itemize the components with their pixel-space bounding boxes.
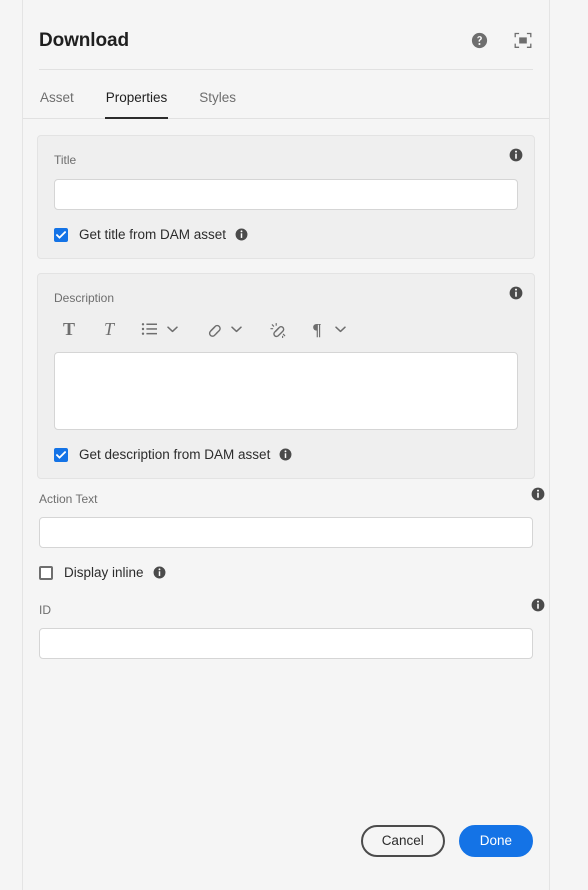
action-text-input[interactable]: [39, 517, 533, 548]
italic-button[interactable]: T: [96, 317, 122, 341]
cancel-button[interactable]: Cancel: [360, 825, 445, 857]
rich-text-toolbar: T T ¶: [54, 317, 518, 341]
italic-icon: T: [103, 319, 114, 339]
paragraph-icon: ¶: [312, 319, 322, 339]
title-info-icon[interactable]: [509, 148, 523, 162]
display-inline-row: Display inline: [39, 565, 533, 580]
fullscreen-button[interactable]: [513, 30, 533, 50]
help-icon: [471, 32, 487, 48]
dialog-header: Download: [23, 0, 549, 70]
dialog-footer: Cancel Done: [23, 825, 549, 890]
dialog-body: Title Get title from DAM asset Descripti…: [23, 119, 549, 825]
paragraph-options-button[interactable]: [330, 317, 350, 341]
list-options-button[interactable]: [162, 317, 182, 341]
help-button[interactable]: [469, 30, 489, 50]
tab-bar: Asset Properties Styles: [23, 70, 549, 119]
chevron-down-icon: [166, 325, 178, 332]
description-from-dam-label: Get description from DAM asset: [79, 447, 271, 462]
description-info-icon[interactable]: [509, 286, 523, 300]
bold-icon: T: [62, 319, 75, 339]
id-info-icon[interactable]: [531, 598, 545, 612]
link-button[interactable]: [200, 317, 226, 341]
description-field-group: Description T T ¶ Get description from D…: [37, 273, 535, 479]
action-text-label: Action Text: [39, 492, 98, 506]
chevron-down-icon: [334, 325, 346, 332]
checkmark-icon: [56, 230, 66, 239]
fullscreen-icon: [514, 32, 532, 48]
display-inline-checkbox[interactable]: [39, 565, 53, 580]
title-input[interactable]: [54, 179, 518, 210]
id-input[interactable]: [39, 628, 533, 659]
dialog-header-row: Download: [39, 30, 533, 70]
bulleted-list-button[interactable]: [136, 317, 162, 341]
done-button[interactable]: Done: [458, 825, 533, 857]
bulleted-list-icon: [141, 323, 157, 335]
display-inline-label: Display inline: [64, 565, 144, 580]
bold-button[interactable]: T: [56, 317, 82, 341]
unlink-button[interactable]: [264, 317, 290, 341]
link-options-button[interactable]: [226, 317, 246, 341]
description-label: Description: [54, 291, 115, 305]
chevron-down-icon: [230, 325, 242, 332]
dialog-header-actions: [469, 30, 533, 50]
tab-styles[interactable]: Styles: [198, 70, 237, 118]
properties-dialog: Download Asset Properties Styles Title G…: [22, 0, 550, 890]
link-icon: [208, 324, 221, 337]
display-inline-info-icon[interactable]: [153, 566, 166, 579]
title-field-group: Title Get title from DAM asset: [37, 135, 535, 259]
action-text-field-group: Action Text Display inline: [37, 487, 545, 580]
description-from-dam-checkbox[interactable]: [54, 447, 68, 462]
description-textarea[interactable]: [54, 352, 518, 430]
title-from-dam-info-icon[interactable]: [235, 228, 248, 241]
dialog-title: Download: [39, 29, 129, 51]
description-from-dam-info-icon[interactable]: [279, 448, 292, 461]
title-label: Title: [54, 153, 77, 167]
title-from-dam-label: Get title from DAM asset: [79, 227, 227, 242]
title-from-dam-checkbox[interactable]: [54, 227, 68, 242]
paragraph-format-button[interactable]: ¶: [304, 317, 330, 341]
description-from-dam-row: Get description from DAM asset: [54, 447, 518, 462]
id-label: ID: [39, 603, 51, 617]
title-from-dam-row: Get title from DAM asset: [54, 227, 518, 242]
action-text-info-icon[interactable]: [531, 487, 545, 501]
checkmark-icon: [56, 450, 66, 459]
tab-asset[interactable]: Asset: [39, 70, 75, 118]
unlink-icon: [269, 322, 285, 338]
id-field-group: ID: [37, 598, 545, 659]
tab-properties[interactable]: Properties: [104, 70, 169, 119]
